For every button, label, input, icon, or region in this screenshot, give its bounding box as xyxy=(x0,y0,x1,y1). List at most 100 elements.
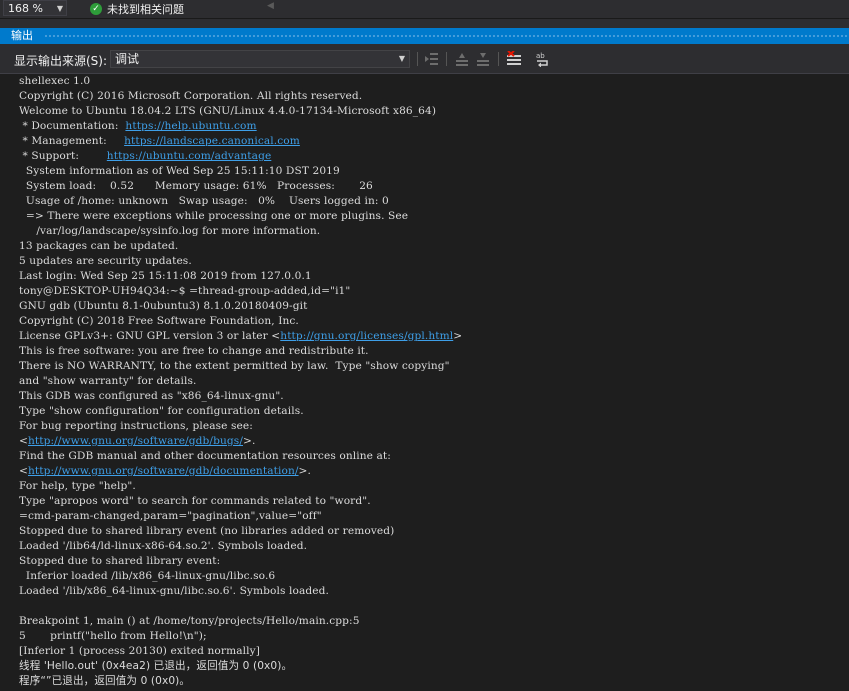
output-line: =cmd-param-changed,param="pagination",va… xyxy=(19,509,462,524)
svg-text:ab: ab xyxy=(536,52,545,60)
output-text: For bug reporting instructions, please s… xyxy=(19,420,253,432)
output-link[interactable]: https://landscape.canonical.com xyxy=(124,135,300,147)
output-text: => There were exceptions while processin… xyxy=(19,210,409,222)
output-line: Copyright (C) 2016 Microsoft Corporation… xyxy=(19,89,462,104)
output-text: Loaded '/lib64/ld-linux-x86-64.so.2'. Sy… xyxy=(19,540,308,552)
zoom-value: 168 % xyxy=(8,2,43,15)
output-text: 5 updates are security updates. xyxy=(19,255,192,267)
clear-all-icon xyxy=(507,51,521,65)
output-text: Stopped due to shared library event (no … xyxy=(19,525,395,537)
output-line: Loaded '/lib/x86_64-linux-gnu/libc.so.6'… xyxy=(19,584,462,599)
output-line: For bug reporting instructions, please s… xyxy=(19,419,462,434)
output-line: 程序“”已退出，返回值为 0 (0x0)。 xyxy=(19,674,462,689)
issues-status-text: 未找到相关问题 xyxy=(107,3,184,16)
zoom-dropdown[interactable]: 168 % ▼ xyxy=(3,0,67,16)
output-line: License GPLv3+: GNU GPL version 3 or lat… xyxy=(19,329,462,344)
output-link[interactable]: http://www.gnu.org/software/gdb/bugs/ xyxy=(28,435,243,447)
output-text: Type "show configuration" for configurat… xyxy=(19,405,304,417)
clear-all-button[interactable] xyxy=(506,51,522,67)
output-text: Find the GDB manual and other documentat… xyxy=(19,450,391,462)
output-text: This is free software: you are free to c… xyxy=(19,345,369,357)
chevron-down-icon: ▼ xyxy=(56,4,63,13)
goto-location-button[interactable] xyxy=(424,51,440,67)
output-link[interactable]: http://www.gnu.org/software/gdb/document… xyxy=(28,465,299,477)
output-text: /var/log/landscape/sysinfo.log for more … xyxy=(19,225,321,237)
next-message-icon xyxy=(477,53,489,66)
word-wrap-button[interactable]: ab xyxy=(535,51,551,67)
toolbar-divider xyxy=(446,52,447,66)
toolbar-divider xyxy=(417,52,418,66)
next-message-button[interactable] xyxy=(475,51,491,67)
previous-message-button[interactable] xyxy=(454,51,470,67)
output-text: System information as of Wed Sep 25 15:1… xyxy=(19,165,340,177)
output-lines: shellexec 1.0 Copyright (C) 2016 Microsof… xyxy=(19,74,462,689)
output-text: There is NO WARRANTY, to the extent perm… xyxy=(19,360,450,372)
output-text: Type "apropos word" to search for comman… xyxy=(19,495,371,507)
output-line: <http://www.gnu.org/software/gdb/bugs/>. xyxy=(19,434,462,449)
output-text: 13 packages can be updated. xyxy=(19,240,179,252)
output-line: /var/log/landscape/sysinfo.log for more … xyxy=(19,224,462,239)
panel-title-bar[interactable]: 输出 xyxy=(0,28,849,44)
output-text: >. xyxy=(298,465,311,477)
output-window: 168 % ▼ ✓ 未找到相关问题 ◀ 输出 显示输出来源(S): 调试 ▼ a… xyxy=(0,0,849,691)
output-text: shellexec 1.0 xyxy=(19,75,91,87)
output-line: This is free software: you are free to c… xyxy=(19,344,462,359)
output-text: > xyxy=(453,330,463,342)
output-text: * Management: xyxy=(19,135,125,147)
output-link[interactable]: http://gnu.org/licenses/gpl.html xyxy=(280,330,453,342)
output-line: <http://www.gnu.org/software/gdb/documen… xyxy=(19,464,462,479)
panel-title: 输出 xyxy=(11,29,33,42)
output-line: Welcome to Ubuntu 18.04.2 LTS (GNU/Linux… xyxy=(19,104,462,119)
status-strip: 168 % ▼ ✓ 未找到相关问题 ◀ xyxy=(0,0,849,19)
output-text: Copyright (C) 2016 Microsoft Corporation… xyxy=(19,90,363,102)
output-toolbar: 显示输出来源(S): 调试 ▼ ab xyxy=(0,44,849,74)
check-circle-icon: ✓ xyxy=(90,3,102,15)
previous-message-icon xyxy=(456,53,468,66)
output-line: Inferior loaded /lib/x86_64-linux-gnu/li… xyxy=(19,569,462,584)
output-line: * Management: https://landscape.canonica… xyxy=(19,134,462,149)
output-text: Inferior loaded /lib/x86_64-linux-gnu/li… xyxy=(19,570,276,582)
output-text: For help, type "help". xyxy=(19,480,136,492)
output-text: Copyright (C) 2018 Free Software Foundat… xyxy=(19,315,299,327)
output-line: System load: 0.52 Memory usage: 61% Proc… xyxy=(19,179,462,194)
output-line: shellexec 1.0 xyxy=(19,74,462,89)
output-link[interactable]: https://ubuntu.com/advantage xyxy=(107,150,272,162)
output-text: * Support: xyxy=(19,150,107,162)
output-text: >. xyxy=(243,435,256,447)
output-line: * Support: https://ubuntu.com/advantage xyxy=(19,149,462,164)
output-line: Usage of /home: unknown Swap usage: 0% U… xyxy=(19,194,462,209)
output-text: 程序“”已退出，返回值为 0 (0x0)。 xyxy=(19,675,191,687)
grip-pattern xyxy=(44,34,849,39)
output-text: Stopped due to shared library event: xyxy=(19,555,221,567)
output-text: tony@DESKTOP-UH94Q34:~$ =thread-group-ad… xyxy=(19,285,351,297)
goto-location-icon xyxy=(425,53,438,65)
output-line: For help, type "help". xyxy=(19,479,462,494)
output-line: This GDB was configured as "x86_64-linux… xyxy=(19,389,462,404)
scroll-left-icon[interactable]: ◀ xyxy=(267,1,274,11)
output-line: There is NO WARRANTY, to the extent perm… xyxy=(19,359,462,374)
output-line: Last login: Wed Sep 25 15:11:08 2019 fro… xyxy=(19,269,462,284)
output-link[interactable]: https://help.ubuntu.com xyxy=(125,120,256,132)
issues-status[interactable]: ✓ 未找到相关问题 xyxy=(90,1,184,17)
output-line: and "show warranty" for details. xyxy=(19,374,462,389)
output-line: Type "show configuration" for configurat… xyxy=(19,404,462,419)
output-text-area[interactable]: shellexec 1.0 Copyright (C) 2016 Microsof… xyxy=(0,74,849,691)
output-text: < xyxy=(19,465,28,477)
output-text: and "show warranty" for details. xyxy=(19,375,197,387)
output-text: Breakpoint 1, main () at /home/tony/proj… xyxy=(19,615,360,627)
output-line: Type "apropos word" to search for comman… xyxy=(19,494,462,509)
source-select-value: 调试 xyxy=(115,52,140,66)
output-text: [Inferior 1 (process 20130) exited norma… xyxy=(19,645,260,657)
chevron-down-icon: ▼ xyxy=(398,54,405,63)
output-line: [Inferior 1 (process 20130) exited norma… xyxy=(19,644,462,659)
output-text: License GPLv3+: GNU GPL version 3 or lat… xyxy=(19,330,281,342)
output-text: 5 printf("hello from Hello!\n"); xyxy=(19,630,207,642)
output-text: Loaded '/lib/x86_64-linux-gnu/libc.so.6'… xyxy=(19,585,329,597)
toolbar-divider xyxy=(498,52,499,66)
output-text: Last login: Wed Sep 25 15:11:08 2019 fro… xyxy=(19,270,312,282)
output-line: Stopped due to shared library event (no … xyxy=(19,524,462,539)
output-line: Find the GDB manual and other documentat… xyxy=(19,449,462,464)
source-select[interactable]: 调试 ▼ xyxy=(110,50,410,68)
output-text: Welcome to Ubuntu 18.04.2 LTS (GNU/Linux… xyxy=(19,105,437,117)
